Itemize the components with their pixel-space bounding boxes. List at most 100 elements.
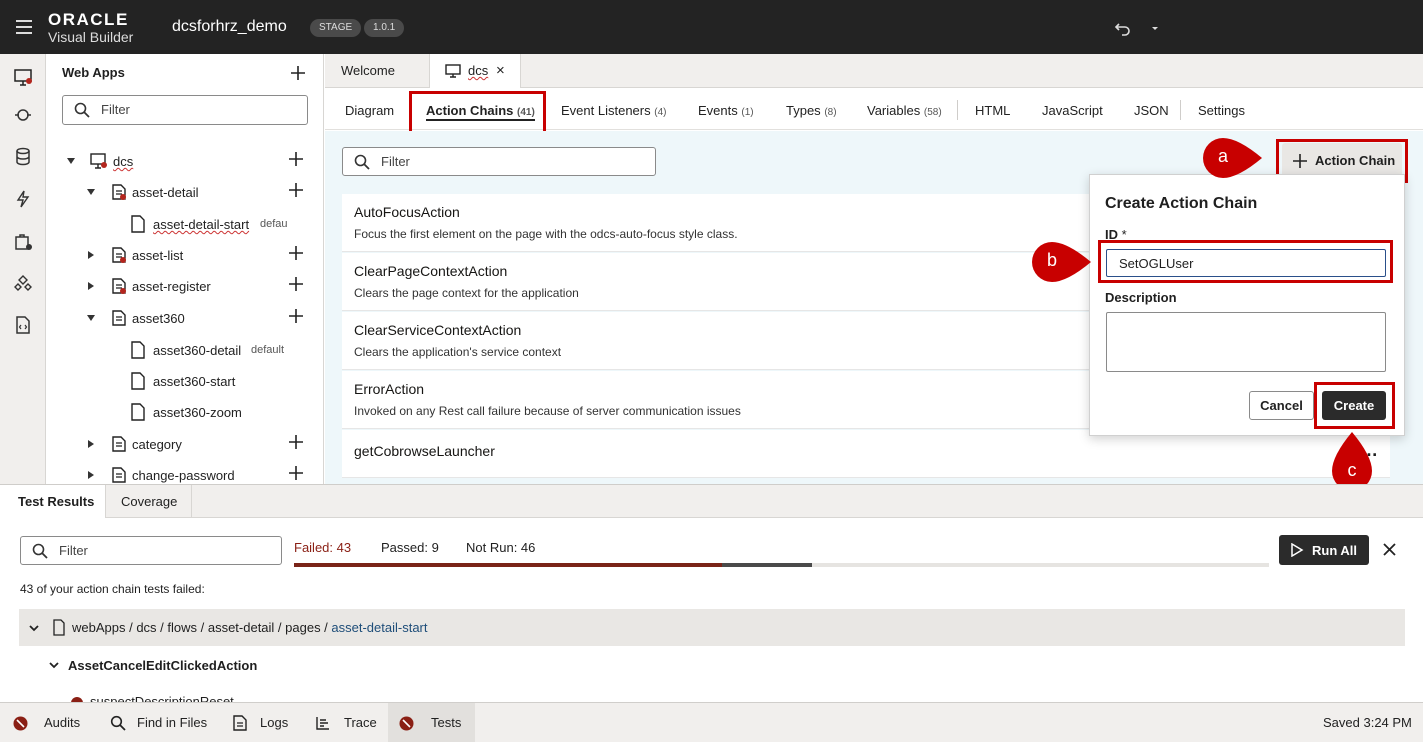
chevron-down-icon[interactable] [49,660,59,670]
action-chain-row[interactable]: getCobrowseLauncher … [342,430,1390,478]
trace-icon [316,717,329,730]
tree-node-asset360-detail[interactable]: asset360-detail default [130,335,322,365]
run-all-label: Run All [1312,543,1358,558]
tab-types[interactable]: Types (8) [786,103,837,118]
action-chain-row[interactable]: AutoFocusAction Focus the first element … [342,194,1090,252]
action-chain-row[interactable]: ClearServiceContextAction Clears the app… [342,312,1090,370]
expanded-triangle-icon[interactable] [86,313,96,323]
trace-button[interactable]: Trace [344,715,377,730]
actions-icon[interactable] [12,188,34,210]
flow-icon [112,310,126,326]
not-run-count[interactable]: Not Run: 46 [466,540,535,555]
chevron-down-icon[interactable] [29,623,39,633]
tab-json[interactable]: JSON [1134,103,1169,118]
navigator-filter-input[interactable]: Filter [62,95,308,125]
action-chain-name: AutoFocusAction [354,204,460,220]
test-item-label: suspectDescriptionReset [90,694,234,702]
action-chain-name: getCobrowseLauncher [354,443,495,459]
cancel-button[interactable]: Cancel [1249,391,1314,420]
tab-javascript[interactable]: JavaScript [1042,103,1103,118]
expanded-triangle-icon[interactable] [86,187,96,197]
description-textarea[interactable] [1106,312,1386,372]
test-group-row[interactable]: AssetCancelEditClickedAction [46,654,446,678]
test-group-label: AssetCancelEditClickedAction [68,658,258,673]
tab-variables[interactable]: Variables (58) [867,103,942,118]
add-page-icon[interactable] [288,465,304,481]
tree-label-asset-detail-start: asset-detail-start [153,217,250,232]
add-page-icon[interactable] [288,182,304,198]
undo-icon[interactable] [1113,18,1133,38]
close-panel-icon[interactable] [1383,543,1396,556]
action-chains-filter-input[interactable]: Filter [342,147,656,176]
web-apps-icon[interactable] [12,66,34,88]
services-icon[interactable] [12,104,34,126]
tab-events[interactable]: Events (1) [698,103,754,118]
logs-button[interactable]: Logs [260,715,288,730]
tree-node-asset-register[interactable]: asset-register [86,271,322,301]
action-chain-description: Clears the page context for the applicat… [354,286,579,300]
tab-dcs[interactable]: dcs × [429,54,521,89]
tree-node-asset-list[interactable]: asset-list [86,240,322,270]
add-flow-icon[interactable] [288,151,304,167]
run-all-button[interactable]: Run All [1279,535,1369,565]
data-icon[interactable] [12,146,34,168]
collapsed-triangle-icon[interactable] [86,470,96,480]
add-page-icon[interactable] [288,276,304,292]
chevron-down-icon[interactable] [1149,22,1161,34]
source-icon[interactable] [12,314,34,336]
tab-html[interactable]: HTML [975,103,1010,118]
expanded-triangle-icon[interactable] [66,156,76,166]
add-web-app-icon[interactable] [290,65,306,81]
page-icon [131,403,145,421]
add-page-icon[interactable] [288,245,304,261]
description-label: Description [1105,290,1177,305]
tab-diagram[interactable]: Diagram [345,103,394,118]
tab-settings[interactable]: Settings [1198,103,1245,118]
page-icon [131,215,145,233]
passed-count[interactable]: Passed: 9 [381,540,439,555]
tab-welcome[interactable]: Welcome [325,54,427,88]
close-icon[interactable]: × [496,62,505,79]
find-in-files-button[interactable]: Find in Files [137,715,207,730]
components-icon[interactable] [12,272,34,294]
tree-node-asset360[interactable]: asset360 [86,303,322,333]
tree-node-asset-detail[interactable]: asset-detail [86,177,322,207]
test-filter-input[interactable]: Filter [20,536,282,565]
tree-label-dcs: dcs [113,154,134,169]
add-page-icon[interactable] [288,434,304,450]
action-chain-row[interactable]: ErrorAction Invoked on any Rest call fai… [342,371,1090,429]
tree-node-asset360-zoom[interactable]: asset360-zoom [130,397,322,427]
tree-node-category[interactable]: category [86,429,322,459]
tests-tab[interactable]: Tests [388,703,475,742]
document-tabs: Welcome dcs × [325,54,1423,89]
test-item-row[interactable]: suspectDescriptionReset [70,694,370,702]
tab-test-results[interactable]: Test Results [0,485,106,519]
tests-icon [399,716,414,731]
web-app-icon [445,64,461,78]
search-icon [110,715,126,731]
test-path-row[interactable]: webApps / dcs / flows / asset-detail / p… [19,609,1405,646]
failed-count[interactable]: Failed: 43 [294,540,351,555]
flow-icon [112,247,126,263]
tab-event-listeners[interactable]: Event Listeners (4) [561,103,666,118]
add-page-icon[interactable] [288,308,304,324]
tree-node-asset-detail-start[interactable]: asset-detail-start defau [130,209,322,239]
callout-marker-b: b [1031,241,1091,283]
tree-node-asset360-start[interactable]: asset360-start [130,366,322,396]
tree-label-asset360-zoom: asset360-zoom [153,405,242,420]
version-badge[interactable]: 1.0.1 [364,19,405,37]
collapsed-triangle-icon[interactable] [86,439,96,449]
stage-badge[interactable]: STAGE [310,19,362,37]
tree-node-dcs[interactable]: dcs [66,146,322,176]
tree-node-change-password[interactable]: change-password [86,460,322,484]
audits-button[interactable]: Audits [44,715,80,730]
tab-coverage[interactable]: Coverage [106,485,192,519]
tree-label-asset360-detail: asset360-detail [153,343,242,358]
processes-icon[interactable] [12,231,34,253]
app-name[interactable]: dcsforhrz_demo [172,18,287,36]
collapsed-triangle-icon[interactable] [86,281,96,291]
tab-test-results-label: Test Results [18,494,95,509]
hamburger-menu-icon[interactable] [10,17,38,37]
action-chain-row[interactable]: ClearPageContextAction Clears the page c… [342,253,1090,311]
collapsed-triangle-icon[interactable] [86,250,96,260]
